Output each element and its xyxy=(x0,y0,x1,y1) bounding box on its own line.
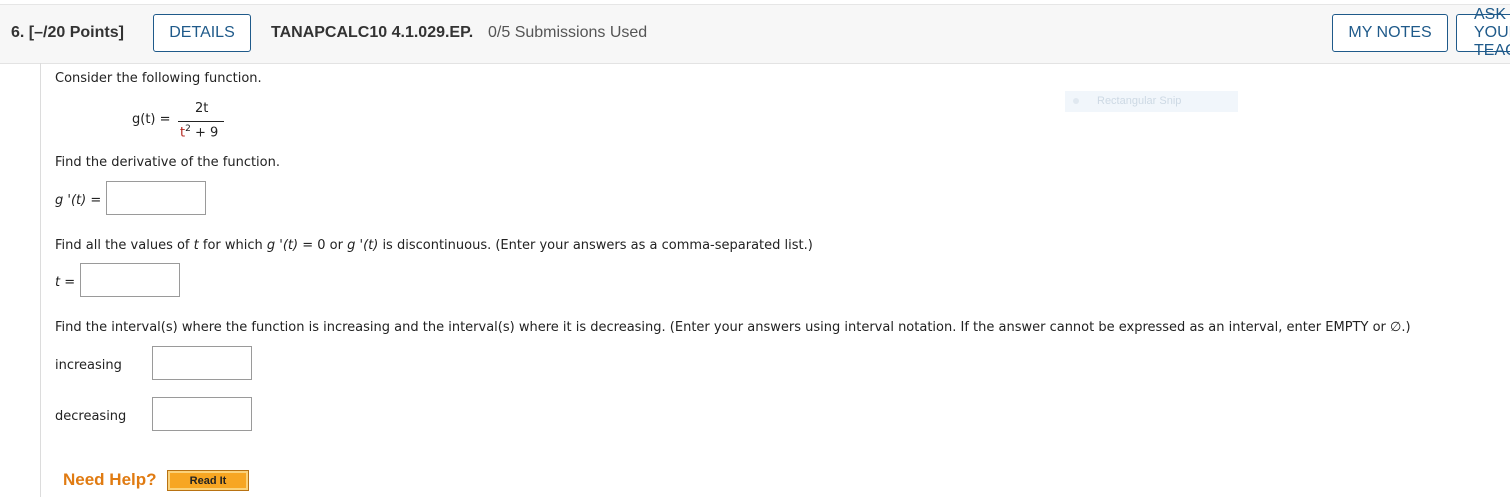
submissions-used: 0/5 Submissions Used xyxy=(488,24,648,41)
question-number-points: 6. [–/20 Points] xyxy=(11,24,124,41)
read-it-button[interactable]: Read It xyxy=(167,470,249,491)
decreasing-label: decreasing xyxy=(55,409,127,424)
derivative-input[interactable] xyxy=(106,181,206,215)
snip-label: Rectangular Snip xyxy=(1097,95,1182,107)
function-numerator: 2t xyxy=(195,101,209,116)
function-lhs: g(t) = xyxy=(132,112,171,127)
function-definition: g(t) = 2t t2 + 9 xyxy=(132,100,232,140)
function-denominator: t2 + 9 xyxy=(180,124,219,141)
question-header: 6. [–/20 Points] DETAILS TANAPCALC10 4.1… xyxy=(0,5,1510,64)
fraction-bar xyxy=(178,121,224,122)
decreasing-input[interactable] xyxy=(152,397,252,431)
need-help-label: Need Help? xyxy=(63,470,157,489)
rectangular-snip-overlay: Rectangular Snip xyxy=(1065,91,1238,112)
increasing-label: increasing xyxy=(55,358,122,373)
increasing-input[interactable] xyxy=(152,346,252,380)
problem-code: TANAPCALC10 4.1.029.EP. xyxy=(271,24,474,41)
part1-prompt: Find the derivative of the function. xyxy=(55,155,280,170)
question-left-rule xyxy=(40,63,41,497)
my-notes-button[interactable]: MY NOTES xyxy=(1332,14,1448,52)
part2-prompt: Find all the values of t for which g '(t… xyxy=(55,238,813,253)
intro-text: Consider the following function. xyxy=(55,71,262,86)
ask-your-teacher-button[interactable]: ASK YOUR TEACHER xyxy=(1456,6,1510,59)
t-values-label: t = xyxy=(55,275,76,290)
derivative-label: g '(t) = xyxy=(55,193,102,208)
t-values-input[interactable] xyxy=(80,263,180,297)
snip-icon xyxy=(1073,98,1079,104)
details-button[interactable]: DETAILS xyxy=(153,14,251,52)
part3-prompt: Find the interval(s) where the function … xyxy=(55,320,1411,335)
